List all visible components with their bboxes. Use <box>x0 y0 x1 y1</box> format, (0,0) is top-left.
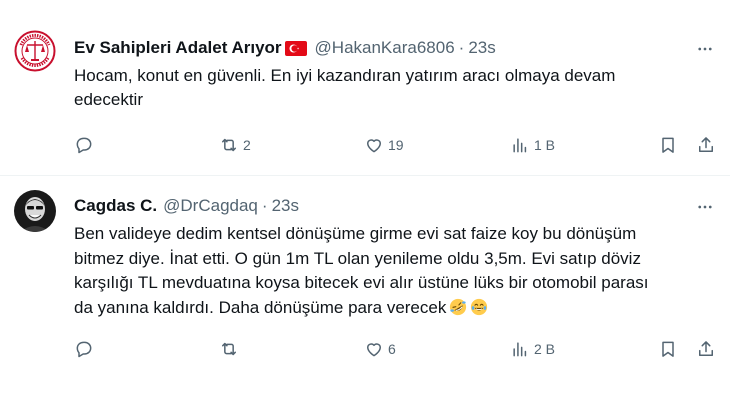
separator: · <box>458 38 465 57</box>
bookmark-button[interactable] <box>658 337 678 361</box>
tweet[interactable]: Ev Sahipleri Adalet Arıyor @HakanKara680… <box>0 0 730 176</box>
author-handle[interactable]: @HakanKara6806 <box>315 38 455 58</box>
reply-icon <box>76 341 92 358</box>
rolling-on-floor-laughing-icon <box>450 298 467 315</box>
author-handle[interactable]: @DrCagdaq <box>163 196 258 216</box>
timestamp[interactable]: 23s <box>272 196 299 216</box>
more-icon[interactable] <box>696 198 714 216</box>
views-button[interactable]: 1 B <box>510 133 555 157</box>
like-count: 6 <box>388 341 396 357</box>
view-count: 1 B <box>534 137 556 153</box>
timestamp[interactable]: 23s <box>468 38 495 58</box>
seal-logo-icon <box>14 30 56 72</box>
separator: · <box>261 196 268 215</box>
face-with-tears-of-joy-icon <box>471 298 488 315</box>
retweet-button[interactable]: 2 <box>219 133 251 157</box>
author-name[interactable]: Cagdas C. <box>74 196 157 216</box>
like-button[interactable]: 19 <box>364 133 404 157</box>
views-icon <box>513 138 527 153</box>
retweet-button[interactable] <box>219 337 243 361</box>
reply-button[interactable] <box>74 337 98 361</box>
retweet-count: 2 <box>243 137 251 153</box>
tweet-actions: 2 19 1 B <box>74 133 716 157</box>
tweet[interactable]: Cagdas C. @DrCagdaq · 23s Ben valideye d… <box>0 176 730 420</box>
tweet-text-content: Ben valideye dedim kentsel dönüşüme girm… <box>74 224 649 317</box>
like-button[interactable]: 6 <box>364 337 396 361</box>
more-icon[interactable] <box>696 40 714 58</box>
profile-photo-icon <box>14 190 56 232</box>
share-button[interactable] <box>696 133 716 157</box>
view-count: 2 B <box>534 341 556 357</box>
share-icon <box>699 137 713 152</box>
tweet-header: Ev Sahipleri Adalet Arıyor @HakanKara680… <box>74 38 496 58</box>
share-icon <box>699 341 713 356</box>
author-name[interactable]: Ev Sahipleri Adalet Arıyor <box>74 38 282 58</box>
tweet-actions: 6 2 B <box>74 337 716 361</box>
tweet-header: Cagdas C. @DrCagdaq · 23s <box>74 196 299 216</box>
avatar[interactable] <box>14 190 56 232</box>
bookmark-button[interactable] <box>658 133 678 157</box>
retweet-icon <box>222 342 236 356</box>
tweet-text: Hocam, konut en güvenli. En iyi kazandır… <box>74 66 616 109</box>
like-count: 19 <box>388 137 404 153</box>
views-button[interactable]: 2 B <box>510 337 555 361</box>
avatar[interactable] <box>14 30 56 72</box>
bookmark-icon <box>662 137 674 153</box>
tweet-text: Ben valideye dedim kentsel dönüşüme girm… <box>74 222 654 320</box>
views-icon <box>513 342 527 357</box>
bookmark-icon <box>662 341 674 357</box>
heart-icon <box>367 139 381 153</box>
reply-icon <box>76 137 92 154</box>
share-button[interactable] <box>696 337 716 361</box>
turkey-flag-icon <box>284 40 307 56</box>
reply-button[interactable] <box>74 133 98 157</box>
heart-icon <box>367 343 381 357</box>
retweet-icon <box>222 138 236 152</box>
